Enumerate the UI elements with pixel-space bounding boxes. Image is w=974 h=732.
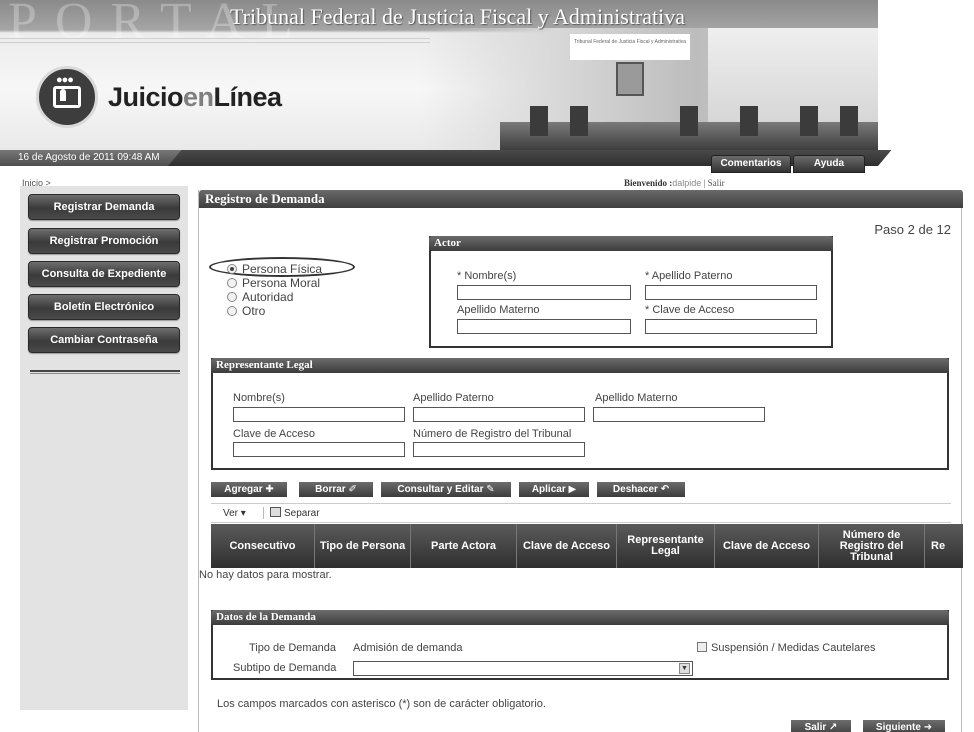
column-header[interactable]: Consecutivo [211,524,315,568]
column-header[interactable]: Tipo de Persona [315,524,411,568]
radio-autoridad[interactable]: Autoridad [227,290,293,304]
site-header: PORTAL Tribunal Federal de Justicia Fisc… [0,0,878,150]
column-header[interactable]: Clave de Acceso [517,524,617,568]
courtroom-photo: Tribunal Federal de Justicia Fiscal y Ad… [420,28,878,150]
sidebar-divider [30,370,180,374]
sidebar-item-consulta-expediente[interactable]: Consulta de Expediente [28,261,180,287]
separar-button[interactable]: Separar [263,507,320,519]
dropdown-arrow-icon[interactable]: ▼ [679,663,690,674]
sidebar: Registrar Demanda Registrar Promoción Co… [20,186,188,710]
suspension-checkbox[interactable]: Suspensión / Medidas Cautelares [697,642,875,654]
rep-clave-acceso-input[interactable] [233,442,405,457]
actor-clave-acceso-input[interactable] [645,319,817,334]
radio-icon [227,292,237,302]
demanda-panel: Datos de la Demanda Tipo de Demanda Admi… [211,610,949,680]
nombre-label: * Nombre(s) [457,270,517,282]
actor-panel: Actor * Nombre(s) * Apellido Paterno Ape… [429,236,833,348]
logo-text: JuicioenLínea [108,82,282,112]
radio-checked-icon [227,264,237,274]
radio-icon [227,306,237,316]
page-title: Registro de Demanda [199,190,963,208]
agregar-button[interactable]: Agregar ✚ [211,482,287,497]
tipo-demanda-value: Admisión de demanda [353,642,463,654]
logout-link[interactable]: Salir [708,178,725,188]
rep-apellido-materno-input[interactable] [593,407,765,422]
sidebar-item-boletin[interactable]: Boletín Electrónico [28,294,180,320]
apellido-paterno-label: * Apellido Paterno [645,270,733,282]
rep-apellido-paterno-input[interactable] [413,407,585,422]
column-header[interactable]: Clave de Acceso [715,524,819,568]
radio-persona-moral[interactable]: Persona Moral [227,276,320,290]
borrar-button[interactable]: Borrar ✐ [299,482,373,497]
actor-nombre-input[interactable] [457,285,631,300]
column-header[interactable]: Re [925,524,963,568]
checkbox-icon[interactable] [697,642,707,652]
rep-nombre-input[interactable] [233,407,405,422]
demanda-title: Datos de la Demanda [211,610,949,625]
representante-title: Representante Legal [211,358,949,373]
rep-nombre-label: Nombre(s) [233,392,285,404]
grid-view-bar: Ver ▾ Separar [211,503,951,523]
welcome-label: Bienvenido : [624,178,673,188]
header-title: Tribunal Federal de Justicia Fiscal y Ad… [230,4,686,29]
radio-persona-fisica[interactable]: Persona Física [227,262,322,276]
required-fields-notice: Los campos marcados con asterisco (*) so… [217,698,546,710]
rep-apellido-materno-label: Apellido Materno [595,392,678,404]
actor-apellido-paterno-input[interactable] [645,285,817,300]
apellido-materno-label: Apellido Materno [457,304,540,316]
rep-clave-acceso-label: Clave de Acceso [233,428,315,440]
username: dalpide [672,178,702,188]
subtipo-demanda-select[interactable]: ▼ [353,661,693,676]
grid-empty-message: No hay datos para mostrar. [199,569,332,581]
sidebar-item-cambiar-contrasena[interactable]: Cambiar Contraseña [28,327,180,353]
column-header[interactable]: Parte Actora [411,524,517,568]
salir-button[interactable]: Salir ↗ [791,720,851,732]
step-indicator: Paso 2 de 12 [874,222,951,237]
rep-apellido-paterno-label: Apellido Paterno [413,392,494,404]
subtipo-demanda-label: Subtipo de Demanda [233,662,337,674]
sidebar-item-registrar-demanda[interactable]: Registrar Demanda [28,194,180,220]
column-header[interactable]: Representante Legal [617,524,715,568]
clave-acceso-label: * Clave de Acceso [645,304,735,316]
rep-numero-registro-input[interactable] [413,442,585,457]
current-date: 16 de Agosto de 2011 09:48 AM [18,152,160,163]
actor-apellido-materno-input[interactable] [457,319,631,334]
detach-icon [270,507,281,517]
welcome-bar: Bienvenido :dalpide | Salir [624,178,725,188]
rep-numero-registro-label: Número de Registro del Tribunal [413,428,572,440]
consultar-editar-button[interactable]: Consultar y Editar ✎ [381,482,511,497]
actor-title: Actor [429,236,833,251]
representante-panel: Representante Legal Nombre(s) Apellido P… [211,358,949,470]
aplicar-button[interactable]: Aplicar ▶ [519,482,589,497]
main-panel: Registro de Demanda Paso 2 de 12 Persona… [198,190,963,732]
tipo-demanda-label: Tipo de Demanda [249,642,337,654]
deshacer-button[interactable]: Deshacer ↶ [597,482,685,497]
ayuda-button[interactable]: Ayuda [793,155,865,173]
logo-icon: ●●● [36,66,98,128]
radio-otro[interactable]: Otro [227,304,265,318]
radio-icon [227,278,237,288]
siguiente-button[interactable]: Siguiente ➜ [863,720,945,732]
grid-header: Consecutivo Tipo de Persona Parte Actora… [211,524,963,568]
ver-menu[interactable]: Ver ▾ [223,508,246,519]
comentarios-button[interactable]: Comentarios [711,155,791,173]
sidebar-item-registrar-promocion[interactable]: Registrar Promoción [28,228,180,254]
column-header[interactable]: Número de Registro del Tribunal [819,524,925,568]
